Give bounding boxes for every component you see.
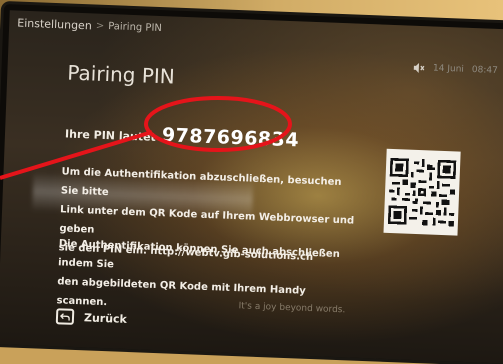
pin-line: Ihre PIN lautet 9787696834 (65, 120, 300, 151)
breadcrumb-root[interactable]: Einstellungen (17, 17, 92, 33)
breadcrumb-separator: > (95, 20, 105, 32)
tv-screen: Einstellungen > Pairing PIN 14 Juni 08:4… (0, 10, 503, 364)
back-label: Zurück (83, 310, 128, 326)
status-time: 08:47 (471, 65, 498, 77)
page-title: Pairing PIN (66, 60, 176, 89)
breadcrumb-current: Pairing PIN (107, 21, 163, 35)
pin-label: Ihre PIN lautet (64, 127, 157, 144)
breadcrumb: Einstellungen > Pairing PIN (17, 17, 162, 36)
pin-value: 9787696834 (161, 124, 300, 152)
qr-code (383, 148, 461, 236)
status-date: 14 Juni (432, 63, 465, 75)
mute-icon (413, 62, 425, 74)
back-button[interactable]: Zurück (55, 308, 128, 327)
tv-frame: Einstellungen > Pairing PIN 14 Juni 08:4… (0, 4, 503, 364)
back-icon (55, 308, 75, 325)
status-area: 14 Juni 08:47 (413, 62, 498, 77)
